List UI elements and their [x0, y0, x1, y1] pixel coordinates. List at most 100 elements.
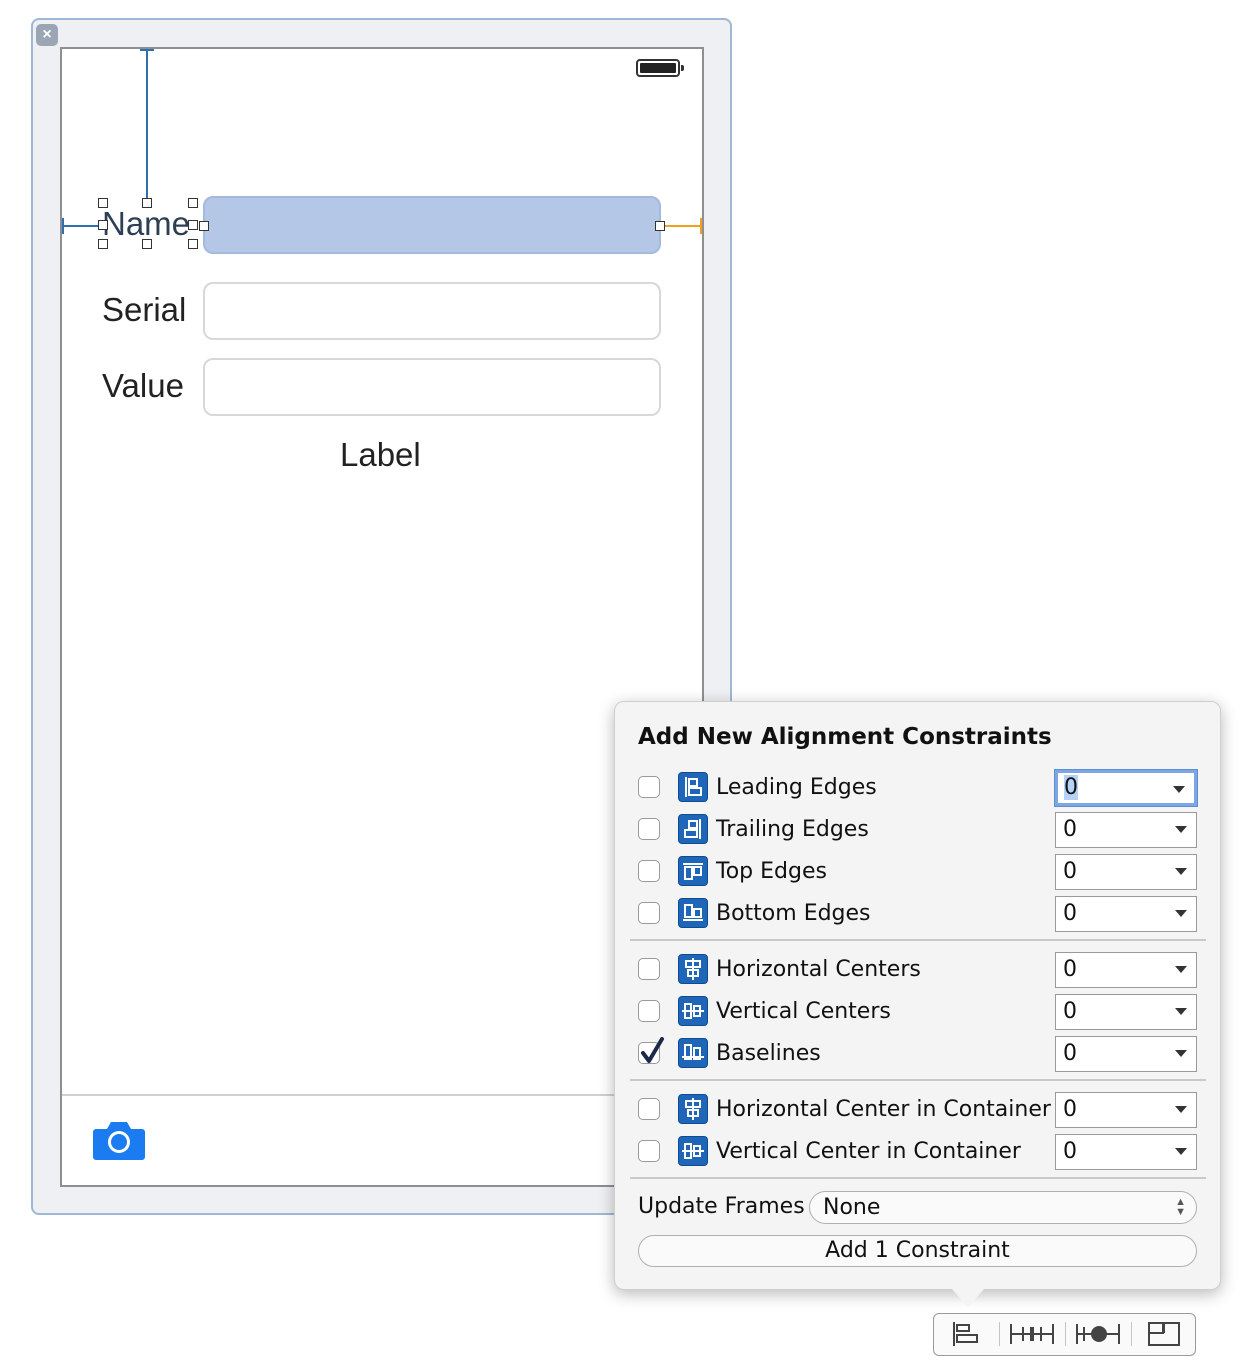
bottom-edges-checkbox[interactable]	[638, 902, 660, 924]
dropdown-arrow-icon[interactable]	[1173, 786, 1185, 793]
resize-handle[interactable]	[142, 239, 152, 249]
name-label[interactable]: Name	[102, 207, 190, 240]
add-constraints-button[interactable]: Add 1 Constraint	[638, 1235, 1197, 1267]
update-frames-popup[interactable]: None ▲ ▼	[809, 1191, 1197, 1224]
vertical-center-container-icon	[678, 1136, 708, 1166]
update-frames-label: Update Frames	[638, 1194, 805, 1219]
name-text-field[interactable]	[203, 196, 661, 254]
baselines-constant-combobox[interactable]: 0	[1055, 1036, 1197, 1072]
horizontal-center-container-icon	[678, 1094, 708, 1124]
combo-value[interactable]: 0	[1063, 1139, 1077, 1164]
trailing-edges-label: Trailing Edges	[716, 817, 869, 842]
battery-icon	[636, 59, 684, 77]
resolve-issues-icon[interactable]	[1066, 1314, 1131, 1354]
section-separator	[630, 1079, 1206, 1081]
bottom-edges-icon	[678, 898, 708, 928]
align-icon[interactable]	[934, 1314, 999, 1354]
resize-handle[interactable]	[188, 220, 198, 230]
section-separator	[630, 1177, 1206, 1179]
dropdown-arrow-icon[interactable]	[1175, 826, 1187, 833]
horizontal-center-container-label: Horizontal Center in Container	[716, 1097, 1051, 1122]
combo-value[interactable]: 0	[1063, 1041, 1077, 1066]
close-icon[interactable]: ×	[36, 24, 58, 46]
bottom-edges-constant-combobox[interactable]: 0	[1055, 896, 1197, 932]
baselines-label: Baselines	[716, 1041, 821, 1066]
leading-space-constraint-cap	[62, 218, 64, 234]
combo-value[interactable]: 0	[1064, 775, 1078, 800]
vertical-centers-checkbox[interactable]	[638, 1000, 660, 1022]
serial-label: Serial	[102, 291, 187, 328]
section-separator	[630, 939, 1206, 941]
constraint-row-vertical-centers: Vertical Centers 0	[638, 994, 1198, 1031]
resizing-behavior-icon[interactable]	[1132, 1314, 1197, 1354]
trailing-edges-constant-combobox[interactable]: 0	[1055, 812, 1197, 848]
combo-value[interactable]: 0	[1063, 1097, 1077, 1122]
combo-value[interactable]: 0	[1063, 817, 1077, 842]
autolayout-toolbar	[933, 1313, 1196, 1356]
horizontal-centers-icon	[678, 954, 708, 984]
constraint-row-leading-edges: Leading Edges 0	[638, 770, 1198, 807]
constraint-row-horizontal-center-container: Horizontal Center in Container 0	[638, 1092, 1198, 1129]
combo-value[interactable]: 0	[1063, 999, 1077, 1024]
dropdown-arrow-icon[interactable]	[1175, 910, 1187, 917]
leading-edges-constant-combobox[interactable]: 0	[1055, 770, 1197, 806]
trailing-edges-checkbox[interactable]	[638, 818, 660, 840]
vertical-center-container-constant-combobox[interactable]: 0	[1055, 1134, 1197, 1170]
vertical-centers-constant-combobox[interactable]: 0	[1055, 994, 1197, 1030]
resize-handle[interactable]	[199, 221, 209, 231]
value-text-field[interactable]	[203, 358, 661, 416]
constraint-row-vertical-center-container: Vertical Center in Container 0	[638, 1134, 1198, 1171]
top-edges-label: Top Edges	[716, 859, 827, 884]
trailing-space-constraint[interactable]	[662, 225, 702, 227]
dropdown-arrow-icon[interactable]	[1175, 966, 1187, 973]
top-edges-constant-combobox[interactable]: 0	[1055, 854, 1197, 890]
dropdown-arrow-icon[interactable]	[1175, 1050, 1187, 1057]
vertical-center-container-label: Vertical Center in Container	[716, 1139, 1021, 1164]
constraint-row-baselines: Baselines 0	[638, 1036, 1198, 1073]
vertical-centers-icon	[678, 996, 708, 1026]
top-edges-checkbox[interactable]	[638, 860, 660, 882]
combo-value[interactable]: 0	[1063, 957, 1077, 982]
up-down-arrows-icon: ▲ ▼	[1175, 1196, 1186, 1218]
leading-edges-label: Leading Edges	[716, 775, 877, 800]
camera-icon[interactable]	[93, 1120, 145, 1165]
resize-handle[interactable]	[188, 239, 198, 249]
dropdown-arrow-icon[interactable]	[1175, 1008, 1187, 1015]
combo-value[interactable]: 0	[1063, 901, 1077, 926]
resize-handle[interactable]	[142, 198, 152, 208]
resize-handle[interactable]	[98, 239, 108, 249]
horizontal-center-container-checkbox[interactable]	[638, 1098, 660, 1120]
toolbar-divider	[62, 1094, 702, 1096]
baselines-checkbox[interactable]	[638, 1037, 664, 1064]
update-frames-value[interactable]: None	[823, 1195, 880, 1220]
dropdown-arrow-icon[interactable]	[1175, 868, 1187, 875]
horizontal-centers-checkbox[interactable]	[638, 958, 660, 980]
combo-value[interactable]: 0	[1063, 859, 1077, 884]
horizontal-center-container-constant-combobox[interactable]: 0	[1055, 1092, 1197, 1128]
center-label: Label	[340, 436, 421, 473]
vertical-centers-label: Vertical Centers	[716, 999, 891, 1024]
top-edges-icon	[678, 856, 708, 886]
resize-handle[interactable]	[98, 220, 108, 230]
horizontal-centers-label: Horizontal Centers	[716, 957, 921, 982]
constraint-row-bottom-edges: Bottom Edges 0	[638, 896, 1198, 933]
leading-edges-checkbox[interactable]	[638, 776, 660, 798]
top-space-constraint[interactable]	[146, 49, 148, 201]
pin-icon[interactable]	[1000, 1314, 1065, 1354]
horizontal-centers-constant-combobox[interactable]: 0	[1055, 952, 1197, 988]
resize-handle[interactable]	[188, 198, 198, 208]
serial-text-field[interactable]	[203, 282, 661, 340]
constraint-row-top-edges: Top Edges 0	[638, 854, 1198, 891]
value-label: Value	[102, 367, 184, 404]
resize-handle[interactable]	[98, 198, 108, 208]
dropdown-arrow-icon[interactable]	[1175, 1148, 1187, 1155]
top-space-constraint-cap	[140, 49, 154, 51]
popover-title: Add New Alignment Constraints	[638, 724, 1052, 750]
leading-edges-icon	[678, 772, 708, 802]
vertical-center-container-checkbox[interactable]	[638, 1140, 660, 1162]
leading-space-constraint[interactable]	[62, 225, 102, 227]
constraint-row-horizontal-centers: Horizontal Centers 0	[638, 952, 1198, 989]
trailing-edges-icon	[678, 814, 708, 844]
dropdown-arrow-icon[interactable]	[1175, 1106, 1187, 1113]
resize-handle[interactable]	[655, 221, 665, 231]
